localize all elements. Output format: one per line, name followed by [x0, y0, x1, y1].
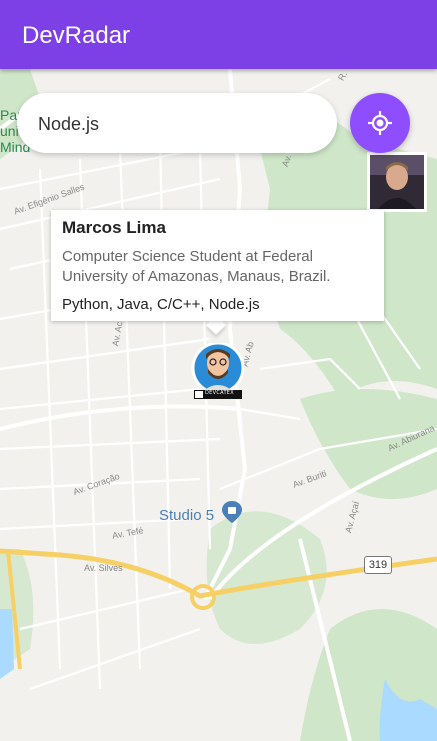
marker-badge-text: DEVCATEX — [205, 390, 234, 396]
my-location-icon — [368, 111, 392, 135]
dev-callout[interactable]: Marcos Lima Computer Science Student at … — [51, 210, 384, 321]
dev-bio: Computer Science Student at Federal Univ… — [62, 248, 331, 285]
street-label: Av. Silves — [84, 563, 123, 573]
dev-avatar-marker[interactable] — [367, 152, 427, 212]
dev-name: Marcos Lima — [62, 218, 166, 237]
water-area — [0, 609, 14, 679]
avatar-photo — [370, 155, 424, 209]
search-input[interactable] — [38, 113, 318, 135]
app-bar: DevRadar — [0, 0, 437, 69]
locate-button[interactable] — [350, 93, 410, 153]
poi-pin-icon[interactable] — [222, 501, 242, 523]
poi-label[interactable]: Studio 5 — [159, 507, 214, 524]
dev-techs: Python, Java, C/C++, Node.js — [62, 296, 260, 313]
search-box[interactable] — [17, 93, 337, 153]
route-badge: 319 — [364, 556, 392, 574]
selected-dev-marker[interactable]: DEVCATEX — [191, 341, 245, 399]
app-title: DevRadar — [22, 22, 131, 49]
